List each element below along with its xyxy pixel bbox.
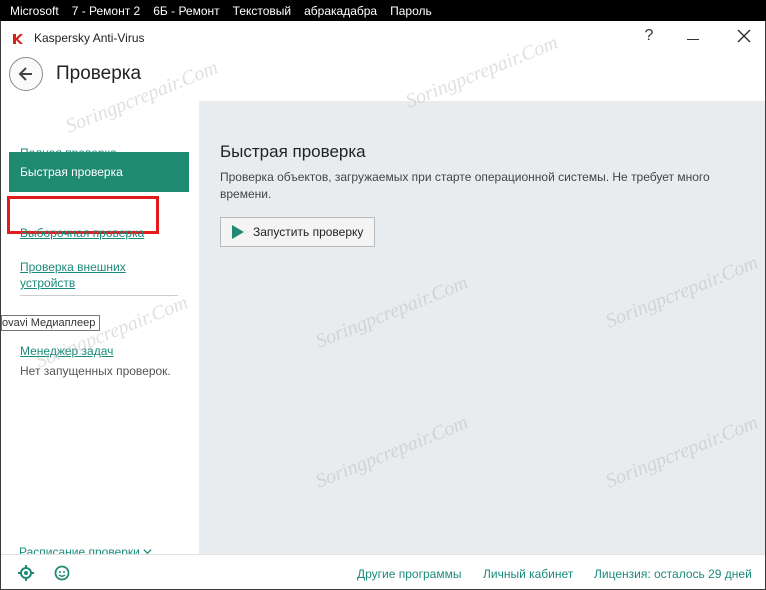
arrow-left-icon	[18, 67, 32, 81]
taskbar-item[interactable]: Microsoft	[10, 4, 59, 18]
app-title: Kaspersky Anti-Virus	[34, 31, 145, 45]
sidebar-item-label: устройств	[20, 276, 76, 290]
run-scan-button[interactable]: Запустить проверку	[220, 217, 375, 247]
minimize-button[interactable]	[687, 39, 699, 40]
sidebar-item-external-devices[interactable]: Проверка внешних устройств	[20, 259, 126, 291]
footer: Другие программы Личный кабинет Лицензия…	[1, 554, 765, 589]
divider	[20, 295, 178, 296]
support-icon[interactable]	[54, 565, 70, 581]
taskbar-item[interactable]: Пароль	[390, 4, 432, 18]
close-icon[interactable]	[735, 27, 753, 45]
help-button[interactable]: ?	[639, 27, 659, 45]
status-text: Нет запущенных проверок.	[20, 364, 171, 378]
personal-cabinet-link[interactable]: Личный кабинет	[483, 567, 573, 581]
sidebar: Полная проверка Быстрая проверка Выбороч…	[1, 101, 199, 559]
section-description: Проверка объектов, загружаемых при старт…	[220, 170, 710, 201]
sidebar-item-task-manager[interactable]: Менеджер задач	[20, 343, 113, 359]
title-bar: Kaspersky Anti-Virus ?	[1, 21, 765, 55]
taskbar-item[interactable]: Текстовый	[233, 4, 291, 18]
back-button[interactable]	[9, 57, 43, 91]
main-panel: Быстрая проверка Проверка объектов, загр…	[199, 101, 765, 554]
page-header: Проверка	[1, 55, 765, 101]
section-title: Быстрая проверка	[220, 142, 366, 161]
license-status[interactable]: Лицензия: осталось 29 дней	[594, 567, 752, 581]
taskbar: Microsoft 7 - Ремонт 2 6Б - Ремонт Текст…	[0, 0, 766, 21]
run-scan-label: Запустить проверку	[253, 225, 364, 239]
sidebar-item-custom-scan[interactable]: Выборочная проверка	[20, 225, 144, 241]
page-title: Проверка	[56, 63, 142, 84]
taskbar-item[interactable]: 7 - Ремонт 2	[72, 4, 141, 18]
other-programs-link[interactable]: Другие программы	[357, 567, 461, 581]
play-icon	[232, 225, 244, 239]
sidebar-item-quick-scan[interactable]: Быстрая проверка	[9, 152, 189, 192]
taskbar-item[interactable]: абракадабра	[304, 4, 377, 18]
gear-icon[interactable]	[18, 565, 34, 581]
tooltip: ovavi Медиаплеер	[1, 315, 101, 331]
app-window: Kaspersky Anti-Virus ? Проверка Полная п…	[0, 21, 766, 590]
sidebar-item-label: Проверка внешних	[20, 260, 126, 274]
kaspersky-logo-icon	[13, 34, 23, 44]
taskbar-item[interactable]: 6Б - Ремонт	[153, 4, 219, 18]
